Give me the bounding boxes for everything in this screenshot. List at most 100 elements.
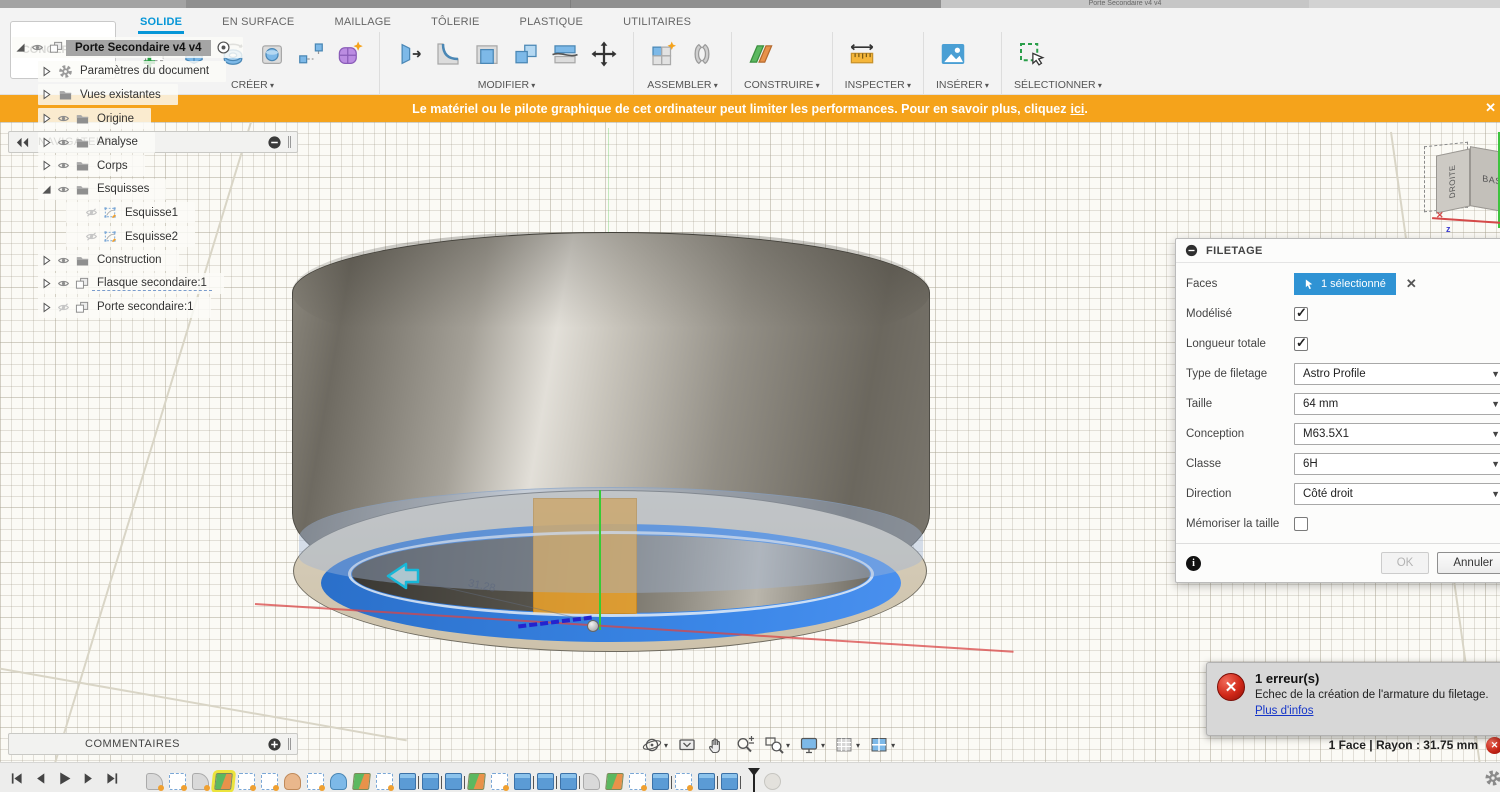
eye-icon[interactable]: [55, 136, 72, 149]
timeline-feature-sketch[interactable]: [261, 773, 278, 790]
timeline-feature-plane[interactable]: [467, 773, 486, 790]
zoom-button[interactable]: [735, 735, 755, 755]
expander-closed-icon[interactable]: [38, 277, 55, 290]
step-back-button[interactable]: [30, 768, 51, 788]
timeline-feature-extrude[interactable]: [560, 773, 577, 790]
tree-item-label[interactable]: Flasque secondaire:1: [92, 276, 212, 291]
construction-plane-button[interactable]: [744, 35, 778, 73]
timeline-feature-extrude[interactable]: [652, 773, 669, 790]
tree-item-label[interactable]: Corps: [92, 159, 133, 173]
panel-grip[interactable]: [288, 136, 291, 148]
eye-off-icon[interactable]: [83, 230, 100, 243]
error-more-info-link[interactable]: Plus d'infos: [1255, 705, 1313, 717]
faces-selection-chip[interactable]: 1 sélectionné: [1294, 273, 1396, 295]
error-badge[interactable]: ✕: [1486, 737, 1500, 754]
timeline-feature-fillet-gray[interactable]: [583, 773, 600, 790]
timeline-feature-plane-active[interactable]: [214, 773, 233, 790]
pan-button[interactable]: [706, 735, 726, 755]
banner-link[interactable]: ici: [1070, 102, 1084, 116]
tree-item-flasque-secondaire-1[interactable]: Flasque secondaire:1: [10, 272, 243, 296]
tree-item-label[interactable]: Analyse: [92, 135, 143, 149]
tab-plastique[interactable]: PLASTIQUE: [518, 12, 586, 34]
create-form-button[interactable]: [333, 35, 367, 73]
eye-icon[interactable]: [55, 112, 72, 125]
cancel-button[interactable]: Annuler: [1437, 552, 1500, 574]
ok-button[interactable]: OK: [1381, 552, 1430, 574]
group-label-inserer[interactable]: INSÉRER ▾: [936, 79, 989, 94]
measure-button[interactable]: [845, 35, 879, 73]
group-label-construire[interactable]: CONSTRUIRE ▾: [744, 79, 820, 94]
tab-tolerie[interactable]: TÔLERIE: [429, 12, 481, 34]
move-button[interactable]: [587, 35, 621, 73]
hole-button[interactable]: [255, 35, 289, 73]
tree-item-label[interactable]: Origine: [92, 112, 139, 126]
eye-icon[interactable]: [29, 41, 46, 54]
insert-image-button[interactable]: [936, 35, 970, 73]
expander-closed-icon[interactable]: [38, 254, 55, 267]
viewcube-face-bottom[interactable]: BAS: [1470, 146, 1500, 214]
timeline-feature-extrude[interactable]: [721, 773, 738, 790]
tab-maillage[interactable]: MAILLAGE: [332, 12, 393, 34]
document-tab[interactable]: [571, 0, 941, 8]
fillet-button[interactable]: [431, 35, 465, 73]
longueur-totale-checkbox[interactable]: [1294, 337, 1308, 351]
timeline-feature-sketch[interactable]: [307, 773, 324, 790]
info-icon[interactable]: i: [1186, 556, 1201, 571]
tree-item-label[interactable]: Vues existantes: [75, 88, 166, 102]
minus-circle-icon[interactable]: [1184, 243, 1199, 258]
panel-grip[interactable]: [288, 738, 291, 750]
timeline-feature-plane[interactable]: [605, 773, 624, 790]
viewports-button[interactable]: ▾: [869, 735, 895, 755]
timeline-feature-extrude[interactable]: [422, 773, 439, 790]
expander-closed-icon[interactable]: [38, 301, 55, 314]
timeline-feature-sketch[interactable]: [675, 773, 692, 790]
combine-button[interactable]: [509, 35, 543, 73]
timeline-feature-plane[interactable]: [352, 773, 371, 790]
skip-end-button[interactable]: [102, 768, 123, 788]
close-icon[interactable]: ✕: [1485, 100, 1496, 116]
direction-dropdown[interactable]: Côté droit▼: [1294, 483, 1500, 505]
group-label-modifier[interactable]: MODIFIER ▾: [392, 79, 621, 94]
tree-item-corps[interactable]: Corps: [10, 154, 243, 178]
tree-item-esquisse1[interactable]: Esquisse1: [10, 201, 243, 225]
timeline-marker[interactable]: [746, 768, 758, 792]
tree-item-label[interactable]: Esquisse1: [120, 206, 183, 220]
eye-icon[interactable]: [55, 254, 72, 267]
timeline-feature-ghost[interactable]: [764, 773, 781, 790]
play-button[interactable]: [54, 768, 75, 788]
tree-item-analyse[interactable]: Analyse: [10, 130, 243, 154]
modelise-checkbox[interactable]: [1294, 307, 1308, 321]
eye-icon[interactable]: [55, 277, 72, 290]
expander-open-icon[interactable]: [12, 41, 29, 54]
tree-item-esquisse2[interactable]: Esquisse2: [10, 225, 243, 249]
expander-closed-icon[interactable]: [38, 65, 55, 78]
orbit-button[interactable]: ▾: [642, 735, 668, 755]
timeline-feature-extrude[interactable]: [537, 773, 554, 790]
classe-dropdown[interactable]: 6H▼: [1294, 453, 1500, 475]
eye-off-icon[interactable]: [55, 301, 72, 314]
origin-point[interactable]: [587, 620, 599, 632]
tree-item-porte-secondaire-1[interactable]: Porte secondaire:1: [10, 296, 243, 320]
memoriser-la-taille-checkbox[interactable]: [1294, 517, 1308, 531]
expander-closed-icon[interactable]: [38, 112, 55, 125]
expander-open-icon[interactable]: [38, 183, 55, 196]
rectangular-pattern-button[interactable]: [294, 35, 328, 73]
minus-circle-icon[interactable]: [267, 135, 282, 150]
tab-utilitaires[interactable]: UTILITAIRES: [621, 12, 693, 34]
grid-settings-button[interactable]: ▾: [834, 735, 860, 755]
new-component-button[interactable]: [646, 35, 680, 73]
display-settings-button[interactable]: ▾: [799, 735, 825, 755]
timeline-feature-extrude[interactable]: [399, 773, 416, 790]
tree-item-porte-secondaire-v4-v4[interactable]: Porte Secondaire v4 v4: [10, 36, 243, 60]
expander-closed-icon[interactable]: [38, 88, 55, 101]
tree-item-label[interactable]: Esquisses: [92, 182, 154, 196]
tab-en-surface[interactable]: EN SURFACE: [220, 12, 296, 34]
activate-component-icon[interactable]: [216, 40, 231, 55]
timeline-feature-revolve-blue[interactable]: [330, 773, 347, 790]
timeline-feature-revolve[interactable]: [284, 773, 301, 790]
tree-item-label[interactable]: Esquisse2: [120, 230, 183, 244]
tree-item-vues-existantes[interactable]: Vues existantes: [10, 83, 243, 107]
timeline-feature-extrude[interactable]: [698, 773, 715, 790]
group-label-assembler[interactable]: ASSEMBLER ▾: [646, 79, 719, 94]
group-label-inspecter[interactable]: INSPECTER ▾: [845, 79, 911, 94]
